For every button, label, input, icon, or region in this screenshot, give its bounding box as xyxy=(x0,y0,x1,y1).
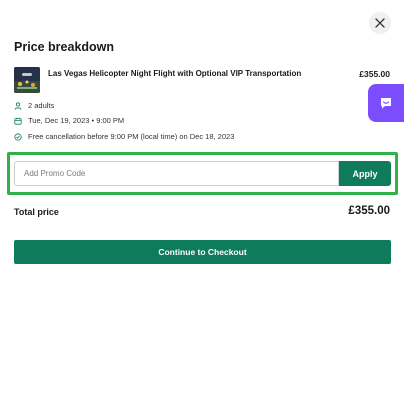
product-name: Las Vegas Helicopter Night Flight with O… xyxy=(48,69,302,78)
calendar-icon xyxy=(14,117,22,125)
check-circle-icon xyxy=(14,132,22,141)
cancellation-text: Free cancellation before 9:00 PM (local … xyxy=(28,132,235,141)
continue-to-checkout-button[interactable]: Continue to Checkout xyxy=(14,240,391,264)
cancellation-row: Free cancellation before 9:00 PM (local … xyxy=(14,132,234,141)
product-image xyxy=(14,67,40,93)
date-text: Tue, Dec 19, 2023 • 9:00 PM xyxy=(28,116,125,125)
total-value: £355.00 xyxy=(348,205,390,217)
chat-icon xyxy=(381,98,391,109)
close-icon xyxy=(375,18,385,28)
close-button[interactable] xyxy=(369,12,391,34)
promo-code-input[interactable] xyxy=(14,161,339,186)
chat-widget-button[interactable] xyxy=(368,84,404,122)
product-thumbnail xyxy=(14,67,40,93)
travelers-row: 2 adults xyxy=(14,101,54,110)
date-row: Tue, Dec 19, 2023 • 9:00 PM xyxy=(14,116,124,125)
product-price: £355.00 xyxy=(359,69,390,79)
apply-button[interactable]: Apply xyxy=(339,161,391,186)
page-title: Price breakdown xyxy=(14,40,115,54)
total-label: Total price xyxy=(14,207,59,217)
travelers-text: 2 adults xyxy=(28,101,55,110)
person-icon xyxy=(14,101,22,110)
